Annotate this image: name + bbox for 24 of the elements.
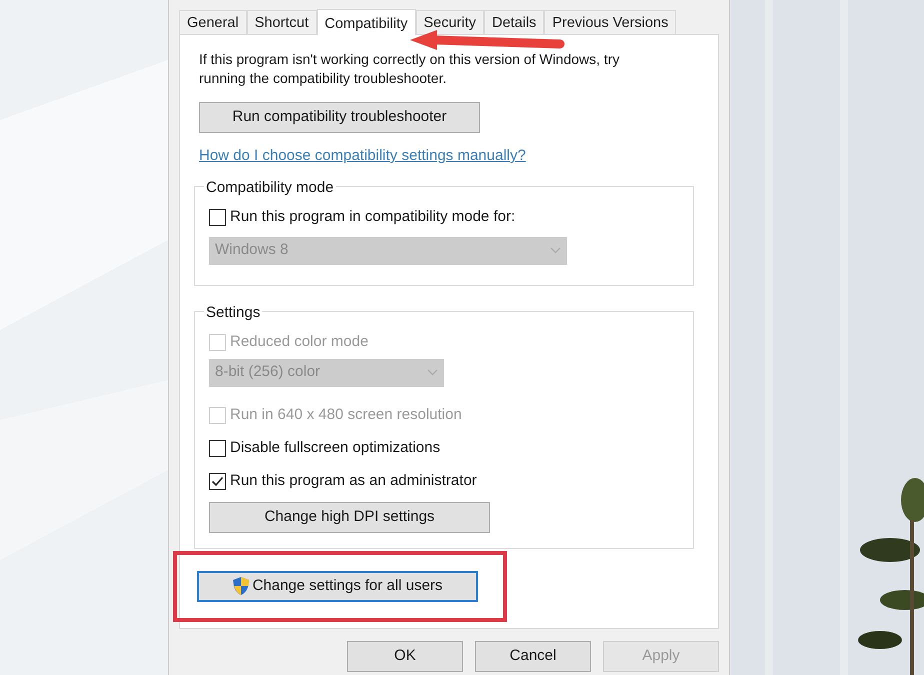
checkbox[interactable]: [209, 472, 226, 490]
checkbox-label: Reduced color mode: [230, 332, 368, 352]
dialog-button[interactable]: OK: [347, 641, 463, 672]
intro-text: If this program isn't working correctly on this version of Windows, try running the compatibility troubleshooter.: [199, 50, 620, 88]
shield-icon: [232, 576, 250, 596]
checkbox-label: Run in 640 x 480 screen resolution: [230, 404, 462, 425]
tab[interactable]: Shortcut: [246, 10, 317, 34]
checkbox[interactable]: [209, 440, 226, 456]
chevron-icon: [550, 247, 561, 254]
help-link[interactable]: How do I choose compatibility settings manually?: [199, 145, 526, 168]
chevron-icon: [427, 369, 438, 376]
dialog-button[interactable]: Cancel: [475, 641, 591, 672]
checkbox-label: Run this program in compatibility mode for:: [230, 206, 516, 227]
tab[interactable]: Compatibility: [316, 9, 416, 35]
tab[interactable]: Security: [416, 10, 484, 34]
tab[interactable]: General: [179, 10, 247, 34]
checkbox-label: Disable fullscreen optimizations: [230, 438, 440, 458]
dpi-settings-button[interactable]: Change high DPI settings: [209, 502, 490, 532]
tab[interactable]: Previous Versions: [544, 10, 676, 34]
tab[interactable]: Details: [484, 10, 544, 34]
checkbox[interactable]: [209, 208, 226, 226]
checkbox-label: Run this program as an administrator: [230, 470, 477, 491]
troubleshooter-button[interactable]: Run compatibility troubleshooter: [199, 102, 480, 133]
all-users-button[interactable]: Change settings for all users: [197, 570, 478, 602]
